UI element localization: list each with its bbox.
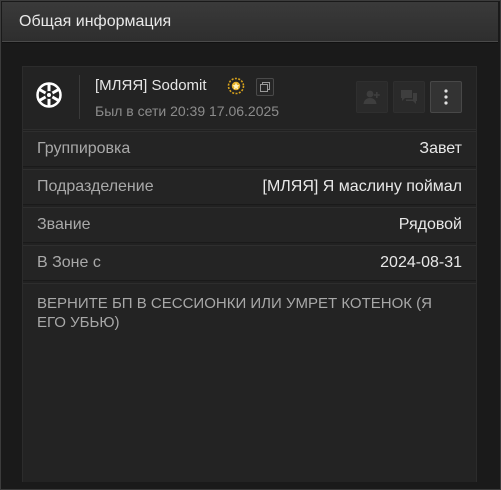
about-section: ВЕРНИТЕ БП В СЕССИОНКИ ИЛИ УМРЕТ КОТЕНОК…	[23, 283, 476, 482]
profile-panel: [МЛЯЯ] Sodomit Был в сети 20:39 17.06.20…	[22, 66, 477, 482]
info-row-zone-since: В Зоне с 2024-08-31	[23, 245, 476, 281]
info-label: Группировка	[37, 140, 131, 157]
about-text: ВЕРНИТЕ БП В СЕССИОНКИ ИЛИ УМРЕТ КОТЕНОК…	[37, 295, 432, 331]
info-label: Звание	[37, 216, 91, 233]
info-value: Завет	[419, 140, 462, 157]
message-icon	[401, 90, 417, 104]
info-value: Рядовой	[398, 216, 462, 233]
last-seen-text: Был в сети 20:39 17.06.2025	[95, 103, 280, 119]
section-header: Общая информация	[2, 2, 498, 42]
message-button[interactable]	[393, 81, 425, 113]
more-options-button[interactable]	[430, 81, 462, 113]
faction-emblem-icon	[35, 81, 63, 109]
gold-badge-icon[interactable]	[227, 77, 245, 95]
info-row-subdivision: Подразделение [МЛЯЯ] Я маслину поймал	[23, 169, 476, 205]
profile-header: [МЛЯЯ] Sodomit Был в сети 20:39 17.06.20…	[23, 67, 476, 130]
username: [МЛЯЯ] Sodomit	[95, 77, 207, 94]
copy-icon[interactable]	[256, 78, 274, 96]
add-friend-icon	[363, 90, 380, 104]
info-value: [МЛЯЯ] Я маслину поймал	[262, 178, 462, 195]
info-label: Подразделение	[37, 178, 154, 195]
info-row-faction: Группировка Завет	[23, 131, 476, 167]
window-frame: Общая информация [МЛЯЯ] Sodomit Был в се…	[0, 0, 501, 490]
more-vertical-icon	[444, 89, 448, 105]
info-value: 2024-08-31	[380, 254, 462, 271]
section-title: Общая информация	[19, 13, 172, 30]
add-friend-button[interactable]	[356, 81, 388, 113]
info-row-rank: Звание Рядовой	[23, 207, 476, 243]
divider	[79, 75, 80, 119]
info-label: В Зоне с	[37, 254, 101, 271]
